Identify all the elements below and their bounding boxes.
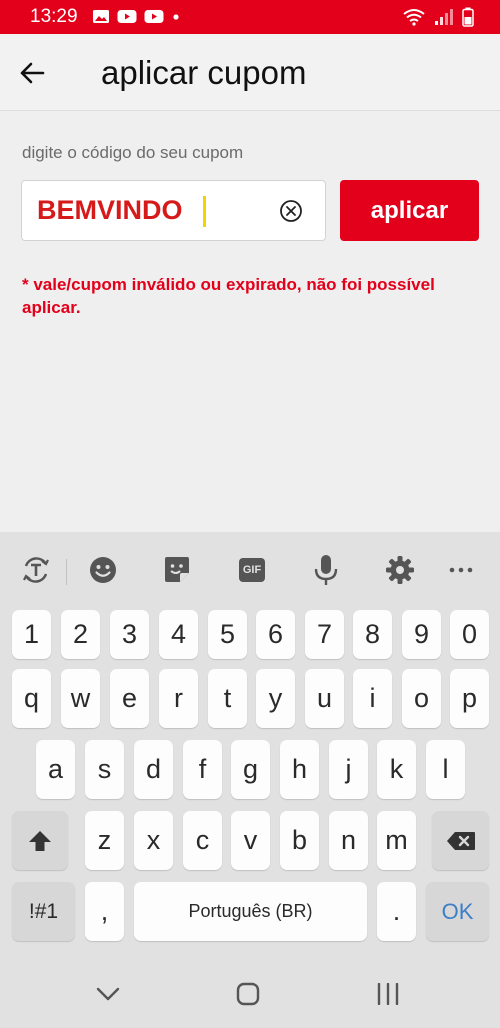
navigation-bar	[0, 960, 500, 1028]
key-a[interactable]: a	[36, 740, 75, 799]
key-d[interactable]: d	[134, 740, 173, 799]
clear-circle-icon	[280, 200, 302, 222]
translate-icon	[23, 557, 49, 583]
key-y[interactable]: y	[256, 669, 295, 728]
key-c[interactable]: c	[183, 811, 222, 870]
key-7[interactable]: 7	[305, 610, 344, 659]
key-e[interactable]: e	[110, 669, 149, 728]
emoji-icon	[90, 557, 116, 583]
key-u[interactable]: u	[305, 669, 344, 728]
coupon-input[interactable]: BEMVINDO	[21, 180, 326, 241]
nav-home-button[interactable]	[228, 976, 268, 1012]
coupon-input-value: BEMVINDO	[37, 195, 183, 225]
more-options-button[interactable]	[443, 552, 479, 588]
period-key[interactable]: .	[377, 882, 416, 941]
app-bar: aplicar cupom	[0, 34, 500, 111]
settings-icon	[386, 556, 414, 584]
soft-keyboard: GIF 1 2 3 4 5 6 7 8 9 0 q w e r t y u i …	[0, 532, 500, 960]
keyboard-toolbar: GIF	[0, 532, 500, 610]
youtube-icon	[117, 10, 137, 23]
key-g[interactable]: g	[231, 740, 270, 799]
text-cursor	[203, 196, 206, 227]
comma-key[interactable]: ,	[85, 882, 124, 941]
status-bar: 13:29	[0, 0, 500, 34]
backspace-icon	[446, 831, 475, 850]
key-j[interactable]: j	[329, 740, 368, 799]
key-b[interactable]: b	[280, 811, 319, 870]
key-m[interactable]: m	[377, 811, 416, 870]
wifi-icon	[403, 9, 425, 26]
key-3[interactable]: 3	[110, 610, 149, 659]
key-t[interactable]: t	[208, 669, 247, 728]
key-l[interactable]: l	[426, 740, 465, 799]
key-s[interactable]: s	[85, 740, 124, 799]
gif-label: GIF	[242, 564, 262, 576]
key-p[interactable]: p	[450, 669, 489, 728]
youtube-icon	[144, 10, 164, 23]
battery-icon	[462, 7, 474, 27]
mic-icon	[314, 555, 338, 585]
key-x[interactable]: x	[134, 811, 173, 870]
sticker-button[interactable]	[159, 552, 195, 588]
sticker-icon	[165, 557, 189, 582]
key-v[interactable]: v	[231, 811, 270, 870]
voice-input-button[interactable]	[308, 552, 344, 588]
shift-key[interactable]	[12, 811, 68, 870]
backspace-key[interactable]	[432, 811, 489, 870]
more-icon	[449, 567, 473, 573]
toolbar-separator	[66, 559, 67, 585]
key-r[interactable]: r	[159, 669, 198, 728]
keyboard-settings-button[interactable]	[382, 552, 418, 588]
key-f[interactable]: f	[183, 740, 222, 799]
translate-button[interactable]	[18, 552, 54, 588]
key-9[interactable]: 9	[402, 610, 441, 659]
status-time: 13:29	[30, 6, 78, 27]
ok-key[interactable]: OK	[426, 882, 489, 941]
shift-arrow-icon	[29, 830, 51, 851]
emoji-button[interactable]	[85, 552, 121, 588]
apply-coupon-button[interactable]: aplicar	[340, 180, 479, 241]
arrow-left-icon	[20, 62, 45, 84]
chevron-down-icon	[96, 987, 120, 1001]
key-z[interactable]: z	[85, 811, 124, 870]
notification-dot-icon	[173, 13, 179, 20]
key-h[interactable]: h	[280, 740, 319, 799]
key-w[interactable]: w	[61, 669, 100, 728]
key-1[interactable]: 1	[12, 610, 51, 659]
coupon-error-message: * vale/cupom inválido ou expirado, não f…	[22, 275, 435, 317]
key-0[interactable]: 0	[450, 610, 489, 659]
key-n[interactable]: n	[329, 811, 368, 870]
key-i[interactable]: i	[353, 669, 392, 728]
key-4[interactable]: 4	[159, 610, 198, 659]
status-icons-right	[402, 7, 474, 27]
nav-hide-keyboard-button[interactable]	[88, 976, 128, 1012]
gallery-icon	[93, 10, 109, 23]
key-q[interactable]: q	[12, 669, 51, 728]
key-8[interactable]: 8	[353, 610, 392, 659]
page-title: aplicar cupom	[101, 54, 307, 91]
status-icons-left	[92, 9, 181, 24]
home-icon	[236, 982, 260, 1006]
key-o[interactable]: o	[402, 669, 441, 728]
nav-recents-button[interactable]	[368, 976, 408, 1012]
signal-icon	[435, 9, 453, 25]
symbols-key[interactable]: !#1	[12, 882, 75, 941]
clear-input-button[interactable]	[279, 199, 303, 223]
key-k[interactable]: k	[377, 740, 416, 799]
space-key[interactable]: Português (BR)	[134, 882, 367, 941]
coupon-prompt-label: digite o código do seu cupom	[22, 143, 244, 162]
recents-icon	[377, 983, 399, 1005]
key-2[interactable]: 2	[61, 610, 100, 659]
back-button[interactable]	[12, 54, 52, 92]
key-6[interactable]: 6	[256, 610, 295, 659]
key-5[interactable]: 5	[208, 610, 247, 659]
gif-button[interactable]: GIF	[234, 552, 270, 588]
